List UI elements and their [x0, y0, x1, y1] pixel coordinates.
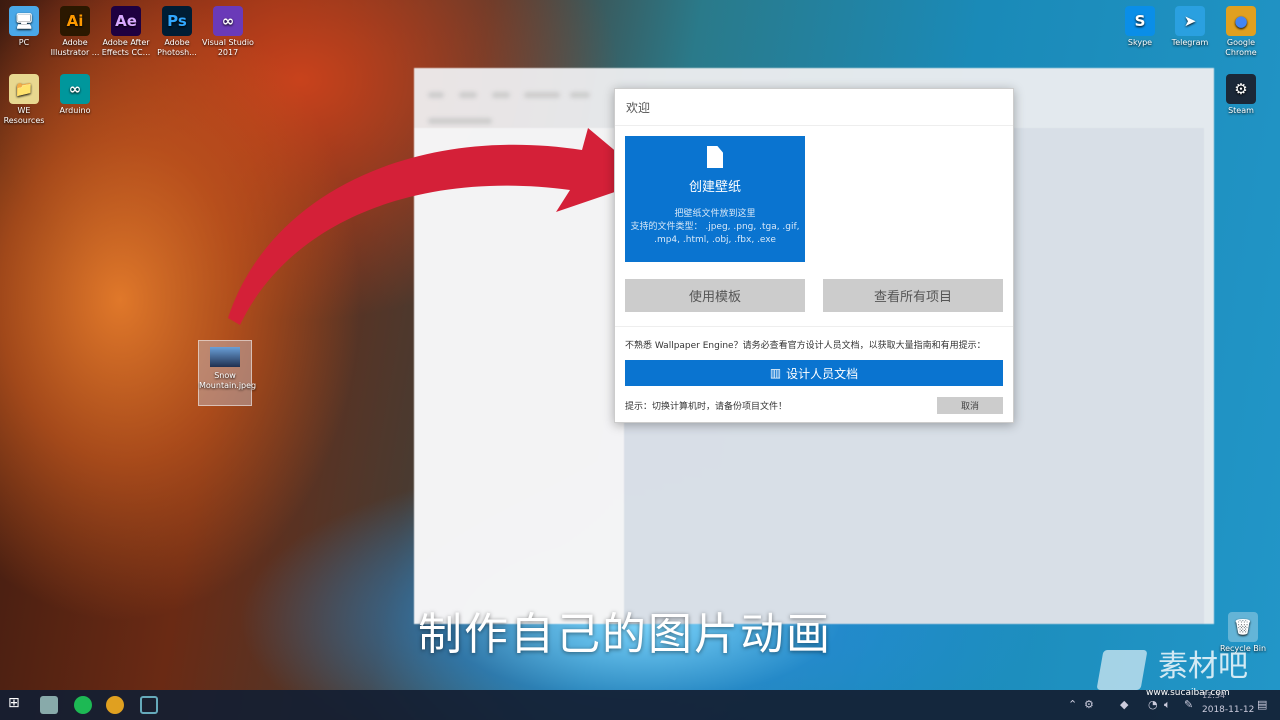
image-thumbnail-icon — [210, 347, 240, 367]
divider — [615, 326, 1013, 327]
supported-types: 支持的文件类型： .jpeg, .png, .tga, .gif, — [630, 222, 800, 232]
create-wallpaper-title: 创建壁纸 — [688, 180, 741, 195]
supported-types-cont: .mp4, .html, .obj, .fbx, .exe — [654, 235, 776, 245]
dragged-file-snow-mountain[interactable]: Snow Mountain.jpeg — [198, 340, 256, 406]
watermark-logo-icon — [1096, 650, 1148, 690]
use-template-button[interactable]: 使用模板 — [625, 279, 805, 312]
tip-text: 提示：切换计算机时，请备份项目文件！ — [625, 402, 788, 412]
file-icon — [707, 146, 723, 168]
taskbar: ⊞ ⌃ ⚙ ◆ ◔ 🔈︎ ✎ 12:34 2018-11-12 ▤ — [0, 690, 1280, 720]
docs-label: 设计人员文档 — [786, 366, 859, 381]
file-explorer-icon[interactable] — [40, 696, 58, 714]
start-button-windows-icon[interactable]: ⊞ — [8, 695, 26, 713]
spotify-icon[interactable] — [74, 696, 92, 714]
watermark: 素材吧 www.sucaibar.com — [1096, 649, 1270, 702]
subtitle: 制作自己的图片动画 — [418, 609, 832, 660]
books-icon: ▥ — [769, 366, 782, 380]
recycle-bin[interactable]: 🗑 Recycle Bin — [1215, 612, 1271, 654]
chrome-icon[interactable] — [106, 696, 124, 714]
clock-date[interactable]: 2018-11-12 — [1202, 705, 1254, 715]
designer-docs-button[interactable]: ▥ 设计人员文档 — [625, 360, 1003, 386]
file-label: Snow Mountain.jpeg — [199, 371, 257, 390]
cancel-button[interactable]: 取消 — [937, 397, 1003, 414]
watermark-url: www.sucaibar.com — [1146, 688, 1230, 698]
steam-tray-icon[interactable]: ⚙ — [1084, 698, 1094, 711]
info-text: 不熟悉 Wallpaper Engine？请务必查看官方设计人员文档，以获取大量… — [625, 341, 986, 351]
create-wallpaper-dropzone[interactable]: 创建壁纸 把壁纸文件放到这里 支持的文件类型： .jpeg, .png, .tg… — [625, 136, 805, 262]
tray-chevron-icon[interactable]: ⌃ — [1068, 698, 1077, 711]
watermark-brand: 素材吧 — [1158, 649, 1248, 684]
drop-hint: 把壁纸文件放到这里 — [674, 209, 756, 219]
view-all-projects-button[interactable]: 查看所有项目 — [823, 279, 1003, 312]
welcome-dialog: 欢迎 创建壁纸 把壁纸文件放到这里 支持的文件类型： .jpeg, .png, … — [614, 88, 1014, 423]
wallpaper-engine-taskbar-icon[interactable] — [140, 696, 158, 714]
recycle-bin-icon: 🗑 — [1228, 612, 1258, 642]
dialog-title: 欢迎 — [615, 89, 1013, 126]
